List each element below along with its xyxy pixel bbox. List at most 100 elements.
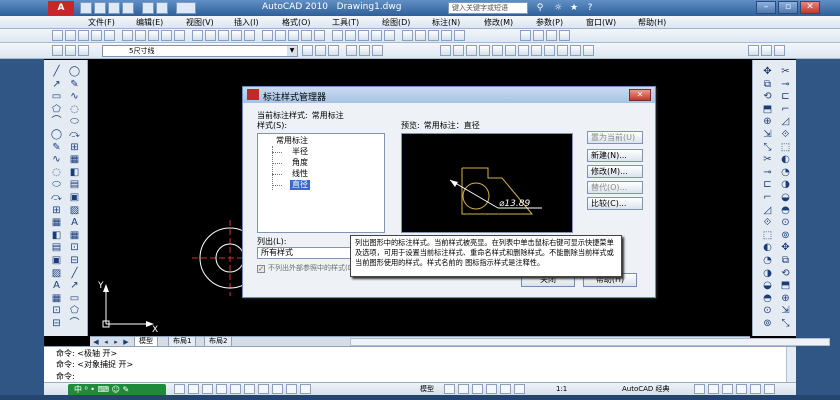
draw-tool-icon[interactable]: ∿: [50, 154, 63, 166]
modify-tool-icon[interactable]: ⊙: [779, 217, 792, 229]
modify-tool-icon[interactable]: ⊙: [761, 305, 774, 317]
dialog-close-button[interactable]: ✕: [629, 89, 651, 101]
command-scrollbar[interactable]: [786, 347, 796, 383]
toolbar-button[interactable]: [428, 30, 439, 41]
toolbar-button[interactable]: [218, 30, 229, 41]
draw-tool-icon[interactable]: ↗: [68, 280, 81, 292]
modify-tool-icon[interactable]: ◔: [761, 255, 774, 267]
status-tray-icon[interactable]: [472, 384, 483, 394]
dimension-tool-button[interactable]: [492, 45, 503, 56]
status-tray-icon[interactable]: [458, 384, 469, 394]
toolbar-button[interactable]: [559, 30, 570, 41]
draw-tool-icon[interactable]: ⊞: [50, 205, 63, 217]
dimension-tool-button[interactable]: [466, 45, 477, 56]
draw-tool-icon[interactable]: ◌: [50, 167, 63, 179]
status-tray-icon[interactable]: [444, 384, 455, 394]
communication-center-icon[interactable]: ☼: [552, 2, 564, 14]
modify-tool-icon[interactable]: ◑: [761, 268, 774, 280]
toolbar-button[interactable]: [104, 30, 115, 41]
override-style-button[interactable]: 替代(O)...: [587, 181, 643, 194]
modify-tool-icon[interactable]: ⟐: [779, 129, 792, 141]
tree-item[interactable]: 角度: [292, 158, 308, 168]
toolbar-button[interactable]: [192, 30, 203, 41]
status-tray-icon[interactable]: [500, 384, 511, 394]
dimension-tool-button[interactable]: [570, 45, 581, 56]
chevron-down-icon[interactable]: ▼: [287, 46, 297, 56]
toolbar-button[interactable]: [533, 30, 544, 41]
draw-tool-icon[interactable]: ◯: [50, 129, 63, 141]
modify-tool-icon[interactable]: ◐: [779, 154, 792, 166]
compare-style-button[interactable]: 比较(C)...: [587, 197, 643, 210]
status-tray-icon[interactable]: [514, 384, 525, 394]
layer-tool-button[interactable]: [65, 45, 76, 56]
menu-edit[interactable]: 编辑(E): [136, 17, 163, 28]
toolbar-button[interactable]: [346, 45, 357, 56]
modify-tool-icon[interactable]: ⊏: [779, 91, 792, 103]
modify-tool-icon[interactable]: ◓: [779, 205, 792, 217]
toolbar-button[interactable]: [275, 30, 286, 41]
draw-tool-icon[interactable]: ↗: [50, 79, 63, 91]
draw-tool-icon[interactable]: ⤼: [50, 192, 63, 204]
toolbar-button[interactable]: [332, 30, 343, 41]
draw-tool-icon[interactable]: ◧: [50, 230, 63, 242]
command-line[interactable]: 命令: <极轴 开> 命令: <对象捕捉 开> 命令:: [44, 346, 796, 383]
draw-tool-icon[interactable]: ✎: [50, 142, 63, 154]
draw-tool-icon[interactable]: ▣: [50, 255, 63, 267]
menu-file[interactable]: 文件(F): [88, 17, 115, 28]
modify-tool-icon[interactable]: ⊸: [761, 167, 774, 179]
checkbox-icon[interactable]: ✓: [257, 265, 265, 273]
help-search-input[interactable]: 键入关键字或短语: [448, 2, 528, 14]
menu-insert[interactable]: 插入(I): [234, 17, 259, 28]
draw-tool-icon[interactable]: ▦: [50, 293, 63, 305]
draw-tool-icon[interactable]: A: [68, 217, 81, 229]
modify-tool-icon[interactable]: ◐: [761, 242, 774, 254]
drafting-setting-toggle[interactable]: [244, 384, 255, 394]
dimension-tool-button[interactable]: [557, 45, 568, 56]
toolbar-button[interactable]: [520, 30, 531, 41]
toolbar-button[interactable]: [454, 30, 465, 41]
modify-tool-icon[interactable]: ⬚: [761, 230, 774, 242]
draw-tool-icon[interactable]: ▭: [68, 293, 81, 305]
modify-tool-icon[interactable]: ◓: [761, 293, 774, 305]
modify-tool-icon[interactable]: ⧉: [779, 255, 792, 267]
draw-tool-icon[interactable]: ▦: [50, 217, 63, 229]
toolbar-button[interactable]: [384, 30, 395, 41]
toolbar-button[interactable]: [205, 30, 216, 41]
draw-tool-icon[interactable]: ⬭: [68, 116, 81, 128]
autocad-logo-icon[interactable]: A: [48, 1, 74, 15]
toolbar-button[interactable]: [761, 45, 772, 56]
status-tray-icon[interactable]: [708, 384, 719, 394]
drafting-setting-toggle[interactable]: [202, 384, 213, 394]
draw-tool-icon[interactable]: ⊞: [68, 142, 81, 154]
status-tray-icon[interactable]: [764, 384, 775, 394]
draw-tool-icon[interactable]: ▤: [68, 179, 81, 191]
toolbar-button[interactable]: [148, 30, 159, 41]
dimension-tool-button[interactable]: [531, 45, 542, 56]
drafting-setting-toggle[interactable]: [188, 384, 199, 394]
dimension-tool-button[interactable]: [479, 45, 490, 56]
open-file-icon[interactable]: [94, 2, 106, 14]
tab-last-icon[interactable]: ▶: [122, 336, 130, 346]
draw-tool-icon[interactable]: ⬭: [50, 179, 63, 191]
workspace-dropdown-icon[interactable]: [176, 2, 196, 14]
close-window-button[interactable]: ✕: [800, 1, 820, 14]
menu-format[interactable]: 格式(O): [282, 17, 311, 28]
draw-tool-icon[interactable]: ▨: [68, 205, 81, 217]
toolbar-button[interactable]: [65, 30, 76, 41]
toolbar-button[interactable]: [288, 30, 299, 41]
draw-tool-icon[interactable]: ⌒: [50, 116, 63, 128]
tree-item-selected[interactable]: 直径: [290, 180, 310, 190]
toolbar-button[interactable]: [52, 30, 63, 41]
dimension-tool-button[interactable]: [453, 45, 464, 56]
modify-tool-icon[interactable]: ◿: [761, 205, 774, 217]
draw-tool-icon[interactable]: A: [50, 280, 63, 292]
draw-tool-icon[interactable]: ◧: [68, 167, 81, 179]
layer-dropdown[interactable]: 5尺寸线 ▼: [102, 45, 298, 57]
modify-tool-icon[interactable]: ⧉: [761, 79, 774, 91]
modify-tool-icon[interactable]: ⬒: [761, 104, 774, 116]
draw-tool-icon[interactable]: ◌: [68, 104, 81, 116]
toolbar-button[interactable]: [315, 45, 326, 56]
layer-tool-button[interactable]: [52, 45, 63, 56]
draw-tool-icon[interactable]: ⌒: [68, 318, 81, 330]
modify-tool-icon[interactable]: ⇲: [779, 305, 792, 317]
